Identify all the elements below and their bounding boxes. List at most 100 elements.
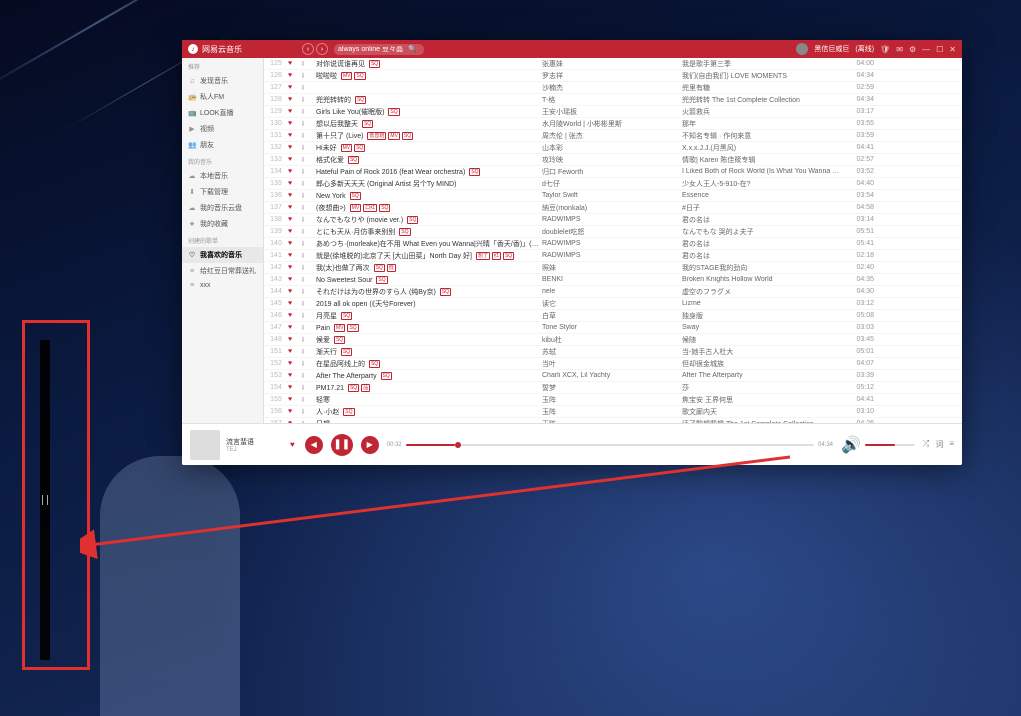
sidebar-item[interactable]: ♡我喜欢的音乐 xyxy=(182,247,263,263)
track-row[interactable]: 155♥⬇轻寒 玉阵焦宝安 王界何思04:41 xyxy=(264,394,962,406)
track-list[interactable]: 125♥⬇对你说谎谁再见 SQ张惠妹我是歌手第三季04:00126♥⬇啦啦啦 M… xyxy=(264,58,962,423)
track-row[interactable]: 146♥⬇月亮星 SQ白草独身版05:08 xyxy=(264,310,962,322)
play-pause-button[interactable]: ❚❚ xyxy=(331,434,353,456)
track-row[interactable]: 144♥⬇それだけは为の世界のすら人 (纯By京) SQnele虚空のフラグメ0… xyxy=(264,286,962,298)
download-icon[interactable]: ⬇ xyxy=(300,396,312,404)
track-row[interactable]: 125♥⬇对你说谎谁再见 SQ张惠妹我是歌手第三季04:00 xyxy=(264,58,962,70)
download-icon[interactable]: ⬇ xyxy=(300,372,312,380)
heart-icon[interactable]: ♥ xyxy=(288,72,300,79)
download-icon[interactable]: ⬇ xyxy=(300,336,312,344)
heart-icon[interactable]: ♥ xyxy=(288,276,300,283)
download-icon[interactable]: ⬇ xyxy=(300,324,312,332)
download-icon[interactable]: ⬇ xyxy=(300,264,312,272)
shield-icon[interactable]: 🛡 xyxy=(880,45,890,54)
track-row[interactable]: 142♥⬇我(太)也做了两次 SQ低照妹我的STAGE我的劲向02:40 xyxy=(264,262,962,274)
close-button[interactable]: ✕ xyxy=(949,45,956,54)
dock-handle-icon[interactable] xyxy=(42,495,48,505)
progress-bar[interactable] xyxy=(406,444,814,446)
heart-icon[interactable]: ♥ xyxy=(288,240,300,247)
heart-icon[interactable]: ♥ xyxy=(288,120,300,127)
heart-icon[interactable]: ♥ xyxy=(288,96,300,103)
heart-icon[interactable]: ♥ xyxy=(288,360,300,367)
heart-icon[interactable]: ♥ xyxy=(288,408,300,415)
track-row[interactable]: 148♥⬇候爱 SQkibu杜候随03:45 xyxy=(264,334,962,346)
gear-icon[interactable]: ⚙ xyxy=(909,45,916,54)
sidebar-item[interactable]: 👥朋友 xyxy=(182,137,263,153)
user-avatar[interactable] xyxy=(796,43,808,55)
nav-back-button[interactable]: ‹ xyxy=(302,43,314,55)
download-icon[interactable]: ⬇ xyxy=(300,84,312,92)
heart-icon[interactable]: ♥ xyxy=(288,372,300,379)
track-row[interactable]: 140♥⬇あめつち·(morleake)在不用 What Even you Wa… xyxy=(264,238,962,250)
heart-icon[interactable]: ♥ xyxy=(288,396,300,403)
download-icon[interactable]: ⬇ xyxy=(300,384,312,392)
download-icon[interactable]: ⬇ xyxy=(300,72,312,80)
track-row[interactable]: 141♥⬇就是(徐堆脱的)北京了天 [大山田菜」North Day 好] 想了红… xyxy=(264,250,962,262)
desktop-dock[interactable] xyxy=(40,340,50,660)
sidebar-item[interactable]: 📺LOOK直播 xyxy=(182,105,263,121)
download-icon[interactable]: ⬇ xyxy=(300,288,312,296)
volume-slider[interactable] xyxy=(865,444,915,446)
track-row[interactable]: 129♥⬇Girls Like You(催眠版) SQ王安小瑶板火箭救兵03:1… xyxy=(264,106,962,118)
track-row[interactable]: 126♥⬇啦啦啦 MVSQ罗志祥我们(自由我们) LOVE MOMENTS04:… xyxy=(264,70,962,82)
track-row[interactable]: 136♥⬇New York SQTaylor SwiftEssence03:54 xyxy=(264,190,962,202)
volume-icon[interactable]: 🔊 xyxy=(841,435,861,455)
heart-icon[interactable]: ♥ xyxy=(288,156,300,163)
track-row[interactable]: 154♥⬇PM17.21 SQ品誓梦莎05:12 xyxy=(264,382,962,394)
download-icon[interactable]: ⬇ xyxy=(300,300,312,308)
track-row[interactable]: 137♥⬇(夜想曲>) MV口红SQ納豆(monkala)#日子04:58 xyxy=(264,202,962,214)
track-row[interactable]: 128♥⬇兜兜转转的 SQT-格兜兜转转 The 1st Complete Co… xyxy=(264,94,962,106)
sidebar-item[interactable]: ⬇下载管理 xyxy=(182,184,263,200)
heart-icon[interactable]: ♥ xyxy=(288,312,300,319)
download-icon[interactable]: ⬇ xyxy=(300,216,312,224)
track-row[interactable]: 138♥⬇なんでもなりや (movie ver.) SQRADWIMPS君の名は… xyxy=(264,214,962,226)
search-icon[interactable]: 🔍 xyxy=(408,45,417,53)
heart-icon[interactable]: ♥ xyxy=(288,204,300,211)
download-icon[interactable]: ⬇ xyxy=(300,120,312,128)
heart-icon[interactable]: ♥ xyxy=(288,144,300,151)
download-icon[interactable]: ⬇ xyxy=(300,132,312,140)
nav-forward-button[interactable]: › xyxy=(316,43,328,55)
mail-icon[interactable]: ✉ xyxy=(896,45,903,54)
download-icon[interactable]: ⬇ xyxy=(300,276,312,284)
heart-icon[interactable]: ♥ xyxy=(288,132,300,139)
sidebar-item[interactable]: ☁我的音乐云盘 xyxy=(182,200,263,216)
track-row[interactable]: 127♥⬇ 沙楠杰兜里有糖02:59 xyxy=(264,82,962,94)
track-row[interactable]: 130♥⬇想以后我整天 SQ水月陵World | 小彬彬里斯那年03:55 xyxy=(264,118,962,130)
sidebar-item[interactable]: ♫发现音乐 xyxy=(182,73,263,89)
download-icon[interactable]: ⬇ xyxy=(300,192,312,200)
track-row[interactable]: 145♥⬇2019 all ok open (《天兮Forever) 读它Liz… xyxy=(264,298,962,310)
track-row[interactable]: 139♥⬇とにも天从·月仿事来别别 SQdoublelet吃怒なんでもな 哭的よ… xyxy=(264,226,962,238)
heart-icon[interactable]: ♥ xyxy=(288,324,300,331)
heart-icon[interactable]: ♥ xyxy=(288,288,300,295)
playlist-button[interactable]: ≡ xyxy=(949,439,954,450)
sidebar-item[interactable]: ≡给红豆日常葬送礼 xyxy=(182,263,263,279)
download-icon[interactable]: ⬇ xyxy=(300,60,312,68)
download-icon[interactable]: ⬇ xyxy=(300,96,312,104)
heart-icon[interactable]: ♥ xyxy=(288,252,300,259)
track-row[interactable]: 156♥⬇人·小赵 SQ玉阵歌文廊内天03:10 xyxy=(264,406,962,418)
heart-icon[interactable]: ♥ xyxy=(288,228,300,235)
download-icon[interactable]: ⬇ xyxy=(300,408,312,416)
track-row[interactable]: 151♥⬇渐天行 SQ苏轼当-她手古人杜大05:01 xyxy=(264,346,962,358)
sidebar-item[interactable]: 📻私人FM xyxy=(182,89,263,105)
minimize-button[interactable]: — xyxy=(922,45,930,54)
heart-icon[interactable]: ♥ xyxy=(288,168,300,175)
like-button[interactable]: ♥ xyxy=(290,440,295,449)
heart-icon[interactable]: ♥ xyxy=(288,300,300,307)
shuffle-button[interactable]: ⤮ xyxy=(923,439,929,450)
heart-icon[interactable]: ♥ xyxy=(288,264,300,271)
track-row[interactable]: 131♥⬇第十只了 (Live) 低音炮MVSQ周杰伦 | 张杰不知名专辑 · … xyxy=(264,130,962,142)
download-icon[interactable]: ⬇ xyxy=(300,156,312,164)
heart-icon[interactable]: ♥ xyxy=(288,84,300,91)
next-button[interactable]: ▶ xyxy=(361,436,379,454)
track-row[interactable]: 135♥⬇郎心多新天天天 (Original Artist 另个Ty MIND)… xyxy=(264,178,962,190)
sidebar-item[interactable]: ☁本地音乐 xyxy=(182,168,263,184)
lyrics-button[interactable]: 词 xyxy=(935,439,943,450)
download-icon[interactable]: ⬇ xyxy=(300,252,312,260)
track-row[interactable]: 133♥⬇格式化爱 SQ攻玲映情歌| Karen 陈佳筱专辑02:57 xyxy=(264,154,962,166)
heart-icon[interactable]: ♥ xyxy=(288,216,300,223)
heart-icon[interactable]: ♥ xyxy=(288,384,300,391)
download-icon[interactable]: ⬇ xyxy=(300,168,312,176)
download-icon[interactable]: ⬇ xyxy=(300,228,312,236)
